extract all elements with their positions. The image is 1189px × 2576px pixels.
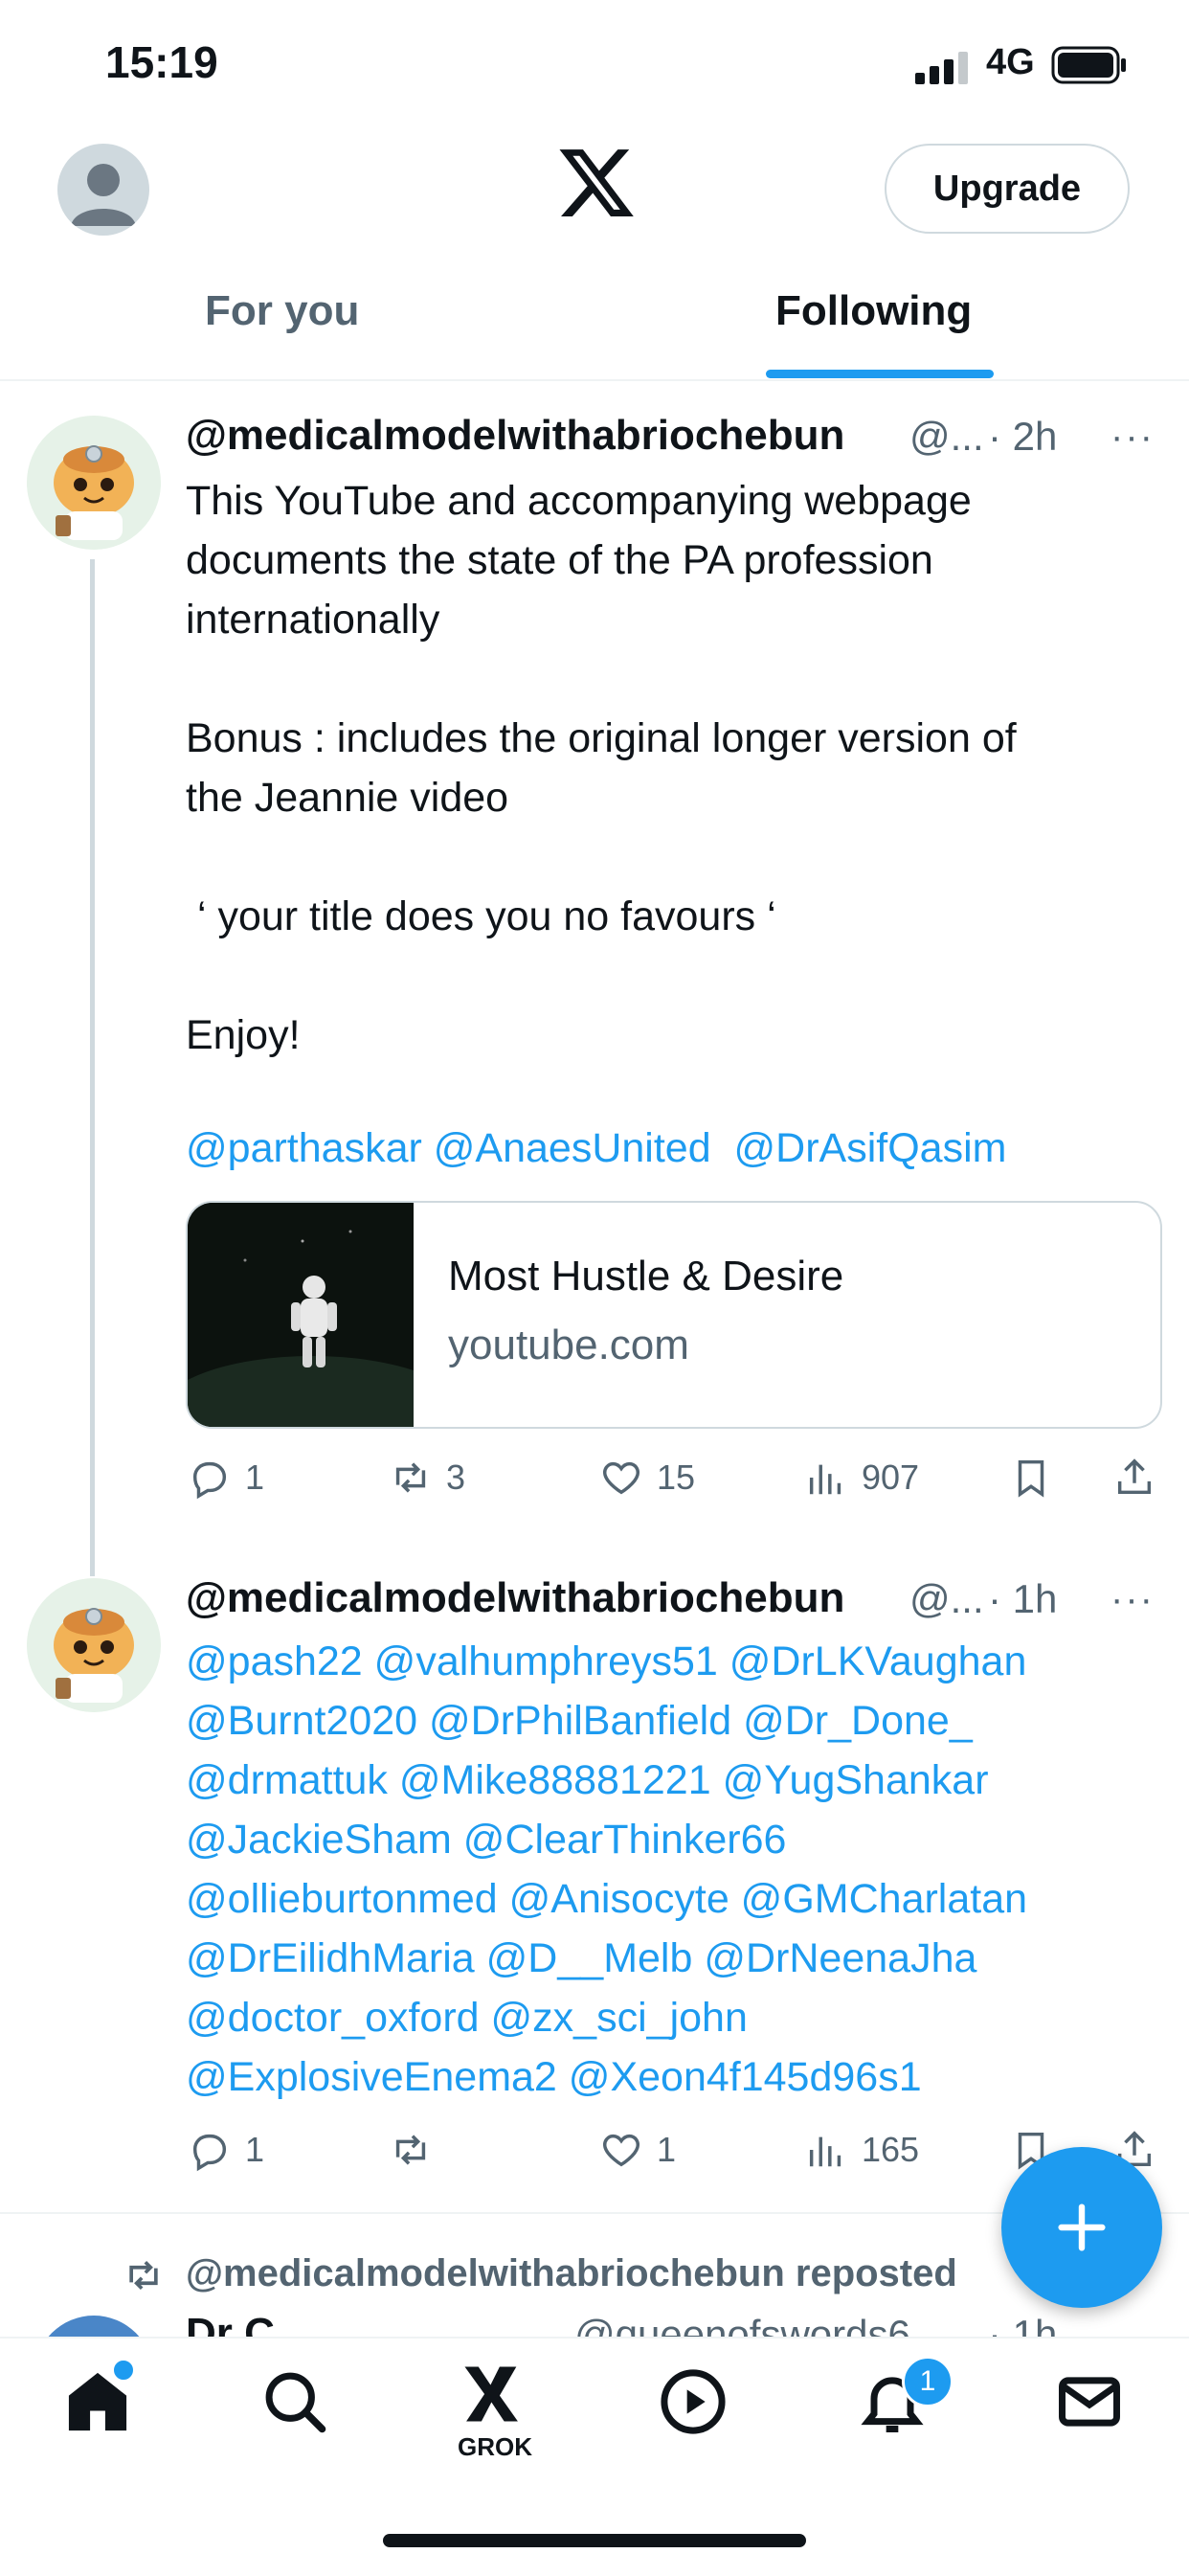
tab-active-indicator <box>766 370 994 378</box>
repost-icon <box>395 2135 426 2165</box>
views-button[interactable]: 165 <box>804 2128 919 2172</box>
like-count: 15 <box>657 1457 696 1497</box>
home-unread-dot <box>111 2358 136 2383</box>
tweet-avatar[interactable] <box>27 1578 161 1712</box>
tweet-text: This YouTube and accompanying webpage do… <box>186 478 1017 1058</box>
more-options-button[interactable]: ··· <box>1110 1578 1155 1621</box>
card-title: Most Hustle & Desire <box>448 1253 844 1299</box>
tweet-secondary-handle: @... <box>909 414 984 459</box>
tweet-mentions-line[interactable]: @DrEilidhMaria @D__Melb @DrNeenaJha <box>186 1929 976 1988</box>
link-preview-card[interactable]: Most Hustle & Desire youtube.com <box>186 1201 1162 1429</box>
like-icon <box>603 2134 639 2167</box>
bookmark-icon[interactable] <box>1009 1456 1053 1500</box>
repost-icon <box>129 2260 158 2291</box>
divider <box>0 379 1189 381</box>
status-time: 15:19 <box>105 37 218 87</box>
tweet-mentions[interactable]: @parthaskar @AnaesUnited @DrAsifQasim <box>186 1119 1006 1178</box>
x-logo-icon[interactable] <box>555 142 638 224</box>
plus-icon <box>1058 2203 1106 2251</box>
views-icon <box>809 1464 841 1495</box>
like-button[interactable]: 15 <box>599 1456 695 1500</box>
repost-button[interactable] <box>389 2128 446 2172</box>
views-button[interactable]: 907 <box>804 1456 919 1500</box>
play-icon[interactable] <box>657 2365 729 2438</box>
repost-button[interactable]: 3 <box>389 1456 465 1500</box>
reply-count: 1 <box>245 1457 265 1497</box>
tab-for-you[interactable]: For you <box>205 287 359 335</box>
tweet-mentions-line[interactable]: @Burnt2020 @DrPhilBanfield @Dr_Done_ <box>186 1691 973 1751</box>
reply-button[interactable]: 1 <box>188 2128 264 2172</box>
views-count: 165 <box>862 2130 920 2169</box>
tweet-author-handle[interactable]: @medicalmodelwithabriochebun <box>186 412 844 460</box>
astronaut-thumbnail-icon <box>188 1203 465 1427</box>
compose-button[interactable] <box>1001 2147 1162 2308</box>
mail-icon[interactable] <box>1053 2365 1126 2438</box>
tweet-mentions-line[interactable]: @JackieSham @ClearThinker66 <box>186 1810 786 1869</box>
search-icon[interactable] <box>258 2365 331 2438</box>
repost-notice[interactable]: @medicalmodelwithabriochebun reposted <box>186 2252 957 2295</box>
upgrade-button[interactable]: Upgrade <box>885 144 1130 234</box>
network-type: 4G <box>986 42 1035 82</box>
tweet-mentions-line[interactable]: @pash22 @valhumphreys51 @DrLKVaughan <box>186 1632 1026 1691</box>
tweet-mentions-line[interactable]: @drmattuk @Mike88881221 @YugShankar <box>186 1751 989 1810</box>
notification-badge: 1 <box>902 2356 953 2407</box>
tweet-mentions-line[interactable]: @ExplosiveEnema2 @Xeon4f145d96s1 <box>186 2047 922 2107</box>
more-options-button[interactable]: ··· <box>1110 416 1155 459</box>
views-icon <box>809 2136 841 2167</box>
tweet-time: · 2h <box>988 414 1058 459</box>
profile-avatar[interactable] <box>57 144 149 236</box>
reply-count: 1 <box>245 2130 265 2169</box>
tab-following[interactable]: Following <box>775 287 972 335</box>
bun-doctor-avatar-icon <box>27 1578 161 1712</box>
repost-count: 3 <box>446 1457 466 1497</box>
card-thumbnail <box>188 1203 465 1427</box>
signal-icon <box>915 52 968 84</box>
grok-icon[interactable] <box>456 2358 528 2430</box>
default-avatar-icon <box>71 164 136 226</box>
tweet-secondary-handle: @... <box>909 1576 984 1621</box>
reply-button[interactable]: 1 <box>188 1456 264 1500</box>
tweet-mentions-line[interactable]: @doctor_oxford @zx_sci_john <box>186 1988 748 2047</box>
thread-line <box>90 559 95 1576</box>
tweet-author-handle[interactable]: @medicalmodelwithabriochebun <box>186 1574 844 1622</box>
reply-icon <box>192 1461 227 1500</box>
tweet-mentions-line[interactable]: @ollieburtonmed @Anisocyte @GMCharlatan <box>186 1869 1027 1929</box>
home-indicator <box>383 2534 806 2547</box>
card-domain: youtube.com <box>448 1322 689 1368</box>
share-icon[interactable] <box>1112 1456 1156 1500</box>
bun-doctor-avatar-icon <box>27 416 161 550</box>
tweet-time: · 1h <box>988 1576 1058 1621</box>
like-button[interactable]: 1 <box>599 2128 676 2172</box>
views-count: 907 <box>862 1457 920 1497</box>
like-count: 1 <box>657 2130 677 2169</box>
battery-icon <box>1051 46 1126 84</box>
tweet-avatar[interactable] <box>27 416 161 550</box>
like-icon <box>603 1461 639 1495</box>
repost-icon <box>395 1462 426 1493</box>
reply-icon <box>192 2134 227 2172</box>
grok-label: GROK <box>458 2432 532 2461</box>
